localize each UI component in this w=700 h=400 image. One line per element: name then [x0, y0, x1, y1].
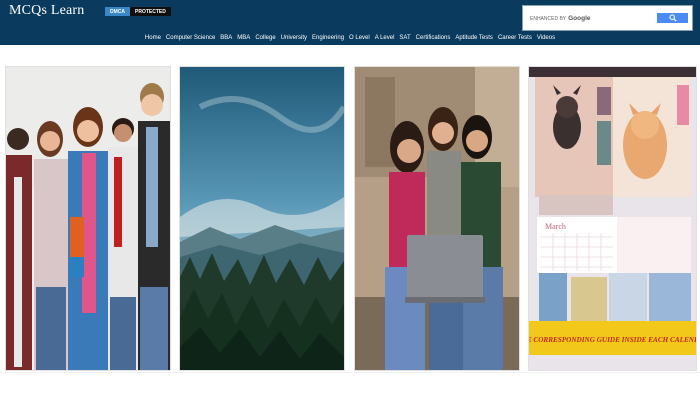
- nav-computer-science[interactable]: Computer Science: [166, 33, 215, 43]
- nav-o-level[interactable]: O Level: [349, 33, 370, 43]
- nav-certifications[interactable]: Certifications: [416, 33, 451, 43]
- laptop-students-image: [355, 67, 519, 370]
- nav-a-level[interactable]: A Level: [375, 33, 395, 43]
- dmca-label: DMCA: [105, 7, 130, 16]
- nav-bba[interactable]: BBA: [220, 33, 232, 43]
- image-gallery: March FREE CORRESPONDING GUIDE INSIDE EA…: [0, 66, 700, 371]
- nav-home[interactable]: Home: [145, 33, 161, 43]
- dmca-badge[interactable]: DMCA PROTECTED: [105, 7, 171, 16]
- search-input[interactable]: ENHANCED BY Google: [530, 12, 654, 25]
- nav-university[interactable]: University: [281, 33, 307, 43]
- nav-career-tests[interactable]: Career Tests: [498, 33, 532, 43]
- divider: [0, 372, 700, 373]
- site-logo[interactable]: MCQs Learn: [9, 3, 85, 19]
- nav-sat[interactable]: SAT: [399, 33, 410, 43]
- gallery-image-laptop[interactable]: [354, 66, 520, 371]
- students-image: [6, 67, 170, 370]
- protected-label: PROTECTED: [130, 7, 171, 16]
- search-button[interactable]: [657, 13, 688, 23]
- nav-college[interactable]: College: [255, 33, 275, 43]
- calendar-promo-image: March FREE CORRESPONDING GUIDE INSIDE EA…: [529, 67, 696, 370]
- nav-mba[interactable]: MBA: [237, 33, 250, 43]
- nav-aptitude-tests[interactable]: Aptitude Tests: [455, 33, 493, 43]
- site-header: MCQs Learn DMCA PROTECTED ENHANCED BY Go…: [0, 0, 700, 45]
- landscape-image: [180, 67, 344, 370]
- gallery-image-calendar[interactable]: March FREE CORRESPONDING GUIDE INSIDE EA…: [528, 66, 697, 371]
- calendar-banner: FREE CORRESPONDING GUIDE INSIDE EACH CAL…: [529, 336, 696, 344]
- nav-videos[interactable]: Videos: [537, 33, 555, 43]
- calendar-month: March: [545, 222, 566, 231]
- gallery-image-students[interactable]: [5, 66, 171, 371]
- gallery-image-landscape[interactable]: [179, 66, 345, 371]
- search-box: ENHANCED BY Google: [522, 5, 693, 31]
- search-icon: [668, 14, 677, 22]
- main-nav: Home Computer Science BBA MBA College Un…: [0, 33, 700, 43]
- google-label: Google: [568, 15, 591, 22]
- enhanced-by-label: ENHANCED BY: [530, 15, 567, 22]
- nav-engineering[interactable]: Engineering: [312, 33, 344, 43]
